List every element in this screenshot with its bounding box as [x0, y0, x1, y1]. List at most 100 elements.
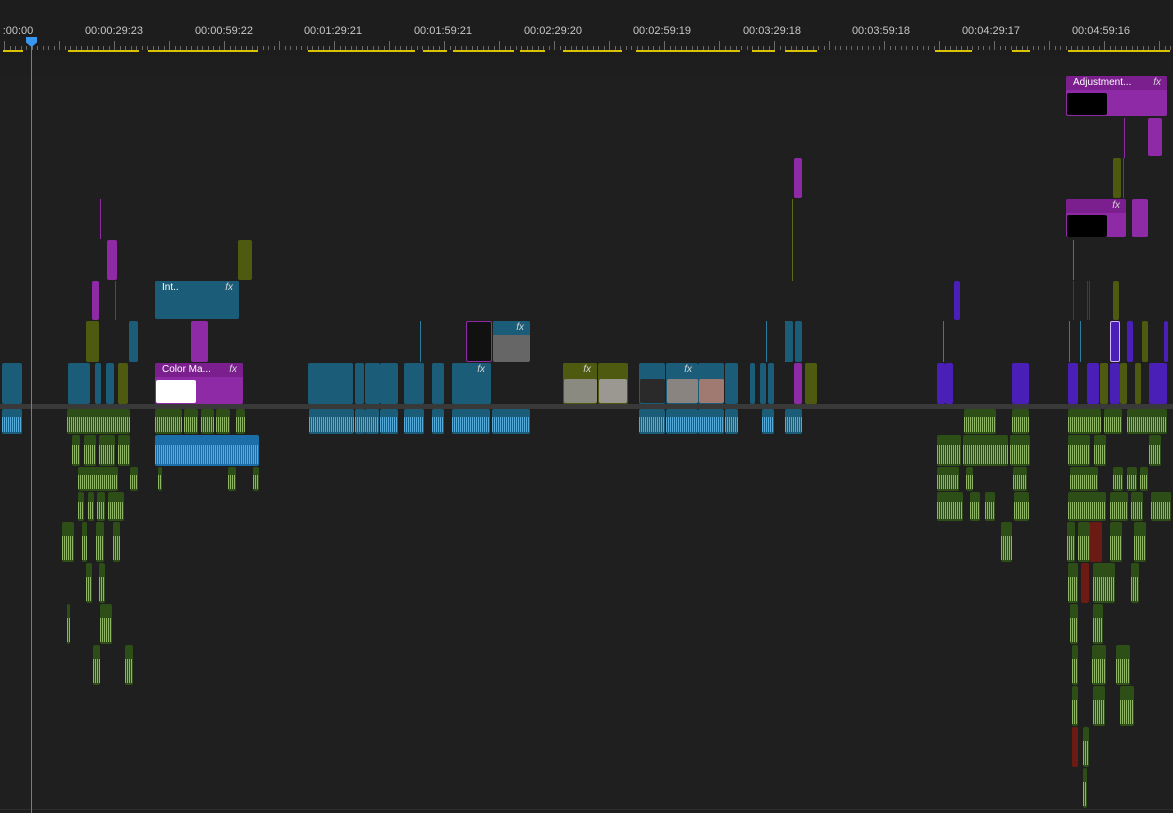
audio-clip[interactable] [99, 435, 115, 466]
audio-clip[interactable] [155, 435, 259, 466]
time-ruler[interactable]: :00:00 00:00:29:23 00:00:59:22 00:01:29:21 0… [0, 0, 1173, 56]
audio-clip[interactable] [1127, 409, 1167, 434]
audio-clip[interactable] [158, 467, 162, 491]
audio-clip[interactable] [785, 409, 802, 434]
video-track-4[interactable] [0, 240, 1173, 282]
audio-clip[interactable] [100, 604, 112, 644]
work-area-bar[interactable] [1068, 50, 1170, 52]
audio-clip[interactable] [1072, 645, 1078, 685]
audio-clip[interactable] [1070, 467, 1098, 491]
audio-clip[interactable] [86, 563, 92, 603]
audio-clip[interactable] [99, 563, 105, 603]
audio-clip[interactable] [1081, 563, 1089, 603]
audio-clip[interactable] [67, 409, 130, 434]
clip[interactable] [750, 363, 755, 404]
clip-edit-line[interactable] [1089, 281, 1090, 320]
clip[interactable] [1113, 281, 1119, 320]
clip[interactable] [954, 281, 960, 320]
clip-thumbnail[interactable] [667, 379, 698, 403]
clip[interactable] [95, 363, 101, 404]
playhead-line[interactable] [31, 40, 32, 813]
clip[interactable] [795, 321, 802, 362]
audio-clip[interactable] [93, 645, 100, 685]
clip[interactable] [238, 240, 252, 280]
audio-clip[interactable] [1093, 604, 1103, 644]
clip[interactable] [945, 363, 953, 404]
audio-clip[interactable] [380, 409, 398, 434]
video-track-7[interactable] [0, 117, 1173, 159]
clip[interactable] [2, 363, 22, 404]
fx-icon[interactable]: fx [583, 363, 591, 377]
audio-clip[interactable] [404, 409, 424, 434]
video-track-2[interactable] [0, 321, 1173, 364]
audio-clip[interactable] [201, 409, 214, 434]
clip[interactable] [794, 158, 802, 198]
clip-edit-line[interactable] [100, 199, 101, 239]
clip[interactable] [805, 363, 817, 404]
clip-thumbnail[interactable] [564, 379, 597, 403]
fx-icon[interactable]: fx [229, 363, 237, 377]
audio-clip[interactable] [1013, 467, 1027, 491]
video-track-8[interactable] [0, 76, 1173, 118]
clip[interactable] [1127, 321, 1133, 362]
audio-track-6[interactable] [0, 563, 1173, 605]
audio-clip[interactable] [1068, 435, 1090, 466]
audio-clip[interactable] [698, 409, 724, 434]
audio-clip[interactable] [1110, 492, 1128, 521]
audio-clip[interactable] [1083, 727, 1089, 767]
audio-track-7[interactable] [0, 604, 1173, 646]
audio-clip[interactable] [228, 467, 236, 491]
audio-clip[interactable] [1131, 492, 1143, 521]
audio-clip[interactable] [2, 409, 22, 434]
sequence-timeline[interactable]: :00:00 00:00:29:23 00:00:59:22 00:01:29:21 0… [0, 0, 1173, 813]
audio-clip[interactable] [1092, 645, 1106, 685]
clip[interactable] [1132, 199, 1148, 237]
video-track-5[interactable] [0, 199, 1173, 241]
audio-clip[interactable] [216, 409, 230, 434]
audio-clip[interactable] [113, 522, 120, 562]
clip[interactable] [404, 363, 424, 404]
clip-edit-line[interactable] [766, 321, 767, 362]
clip[interactable] [106, 363, 114, 404]
audio-clip[interactable] [67, 604, 70, 644]
work-area-bar[interactable] [3, 50, 23, 52]
clip-thumbnail-black[interactable] [1067, 93, 1107, 115]
work-area-bar[interactable] [752, 50, 775, 52]
clip-thumbnail[interactable] [466, 321, 492, 362]
audio-clip[interactable] [1120, 686, 1134, 726]
audio-clip[interactable] [937, 492, 963, 521]
audio-clip[interactable] [1012, 409, 1029, 434]
work-area-bar[interactable] [423, 50, 447, 52]
clip[interactable] [107, 240, 117, 280]
clip-edit-line[interactable] [420, 321, 421, 362]
fx-icon[interactable]: fx [477, 363, 485, 377]
clip[interactable] [1100, 363, 1108, 404]
clip[interactable] [1164, 321, 1168, 362]
clip[interactable] [785, 321, 793, 362]
audio-clip[interactable] [937, 435, 961, 466]
audio-clip[interactable] [1067, 522, 1075, 562]
audio-clip[interactable] [1113, 467, 1123, 491]
audio-clip[interactable] [762, 409, 774, 434]
audio-clip[interactable] [985, 492, 995, 521]
audio-clip[interactable] [666, 409, 698, 434]
clip[interactable] [355, 363, 364, 404]
audio-clip[interactable] [130, 467, 138, 491]
clip[interactable] [432, 363, 444, 404]
audio-track-9[interactable] [0, 686, 1173, 728]
work-area-bar[interactable] [68, 50, 139, 52]
audio-clip[interactable] [964, 409, 996, 434]
clip[interactable] [1110, 321, 1120, 362]
audio-clip[interactable] [1014, 492, 1029, 521]
audio-clip[interactable] [966, 467, 973, 491]
work-area-bar[interactable] [785, 50, 817, 52]
clip-edit-line[interactable] [1073, 281, 1074, 320]
audio-clip[interactable] [125, 645, 133, 685]
audio-track-10[interactable] [0, 727, 1173, 769]
audio-clip[interactable] [639, 409, 665, 434]
work-area-bar[interactable] [453, 50, 514, 52]
clip-thumbnail-black[interactable] [1067, 215, 1107, 237]
work-area-bar[interactable] [636, 50, 740, 52]
clip[interactable] [1135, 363, 1141, 404]
fx-icon[interactable]: fx [684, 363, 692, 377]
